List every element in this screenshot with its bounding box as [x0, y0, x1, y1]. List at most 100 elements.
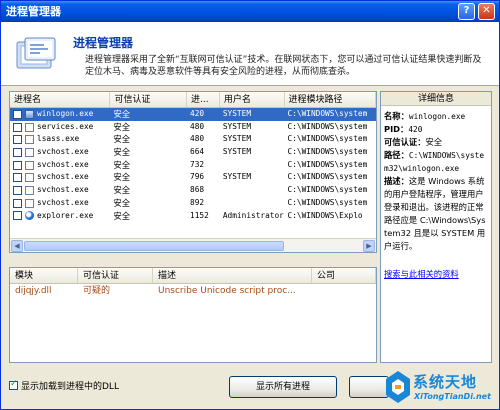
doc-icon [25, 198, 34, 208]
window-title: 进程管理器 [6, 5, 61, 18]
process-pid-cell: 420 [190, 109, 205, 118]
header-description: 进程管理器采用了全新“互联网可信认证”技术。在联网状态下，您可以通过可信认证结果… [85, 55, 482, 77]
process-row[interactable]: lsass.exe 安全 480 SYSTEM C:\WINDOWS\system [10, 133, 376, 146]
process-name: explorer.exe [37, 210, 94, 220]
process-row[interactable]: svchost.exe 安全 664 SYSTEM C:\WINDOWS\system [10, 146, 376, 159]
process-pid-cell: 868 [190, 185, 205, 195]
row-checkbox[interactable] [13, 109, 22, 119]
doc-icon [25, 173, 34, 183]
module-cert: 可疑的 [83, 286, 111, 296]
row-checkbox[interactable] [13, 198, 22, 208]
row-checkbox[interactable] [13, 185, 22, 195]
process-row[interactable]: svchost.exe 安全 732 C:\WINDOWS\system [10, 159, 376, 172]
scroll-left-icon[interactable]: ◀ [11, 240, 23, 252]
horizontal-scrollbar[interactable]: ◀ ▶ [10, 238, 376, 252]
process-table[interactable]: 进程名 可信认证 进... 用户名 进程模块路径 winlogon.exe 安全 4… [9, 91, 377, 253]
detail-cert-value: 安全 [425, 137, 443, 147]
process-rows: winlogon.exe 安全 420 SYSTEM C:\WINDOWS\system… [10, 108, 376, 222]
process-cert-cell: 安全 [113, 197, 131, 208]
doc-icon [25, 185, 34, 195]
process-manager-icon [16, 37, 56, 69]
scrollbar-thumb[interactable] [24, 241, 284, 251]
process-row[interactable]: explorer.exe 安全 1152 Administrator C:\WINDOW… [10, 210, 376, 223]
column-company[interactable]: 公司 [312, 268, 376, 283]
column-process-name[interactable]: 进程名 [10, 92, 111, 107]
process-path-cell: C:\WINDOWS\system [287, 121, 368, 131]
detail-path-label: 路径： [384, 150, 409, 160]
process-path-cell: C:\WINDOWS\system [287, 147, 368, 157]
process-path-cell: C:\WINDOWS\system [287, 134, 368, 144]
show-dll-checkbox[interactable]: 显示加载到进程中的DLL [9, 379, 119, 392]
row-checkbox[interactable] [13, 211, 22, 221]
process-user-cell: Administrator [222, 210, 284, 220]
detail-cert-label: 可信认证： [384, 137, 426, 147]
process-name-cell: svchost.exe [10, 171, 110, 184]
process-row[interactable]: svchost.exe 安全 796 SYSTEM C:\WINDOWS\system [10, 171, 376, 184]
process-row[interactable]: svchost.exe 安全 892 C:\WINDOWS\system [10, 197, 376, 210]
detail-heading: 详细信息 [381, 92, 491, 106]
process-user-cell [220, 159, 285, 172]
process-name-cell: svchost.exe [10, 197, 110, 210]
module-name: dijqjy.dll [15, 286, 52, 296]
column-cert[interactable]: 可信认证 [110, 92, 188, 107]
module-table[interactable]: 模块 可信认证 描述 公司 dijqjy.dll 可疑的 Unscribe Un… [9, 267, 377, 363]
process-cert-cell: 安全 [113, 109, 131, 119]
column-user[interactable]: 用户名 [220, 92, 285, 107]
search-related-link[interactable]: 搜索与此相关的资料 [384, 268, 459, 280]
process-row[interactable]: services.exe 安全 480 SYSTEM C:\WINDOWS\system [10, 121, 376, 134]
row-checkbox[interactable] [13, 147, 22, 157]
scroll-right-icon[interactable]: ▶ [363, 240, 375, 252]
process-user-cell [220, 184, 285, 197]
watermark-logo-icon [386, 371, 410, 403]
process-cert-cell: 安全 [113, 121, 131, 132]
detail-name-label: 名称： [384, 111, 409, 121]
help-button[interactable]: ? [458, 3, 475, 20]
row-checkbox[interactable] [13, 173, 22, 183]
row-checkbox[interactable] [13, 122, 22, 132]
explorer-icon [25, 211, 34, 221]
module-row[interactable]: dijqjy.dll 可疑的 Unscribe Unicode script p… [10, 284, 376, 298]
column-pid[interactable]: 进... [187, 92, 220, 107]
column-module-cert[interactable]: 可信认证 [78, 268, 153, 283]
process-path-cell: C:\WINDOWS\Explo [287, 210, 363, 220]
process-name-cell: svchost.exe [10, 184, 110, 197]
row-checkbox[interactable] [13, 160, 22, 170]
process-path-cell: C:\WINDOWS\system [287, 197, 368, 207]
detail-pid-value: 420 [408, 125, 423, 134]
column-path[interactable]: 进程模块路径 [285, 92, 376, 107]
process-cert-cell: 安全 [113, 147, 131, 158]
process-name-cell: lsass.exe [10, 133, 110, 146]
process-name: services.exe [37, 121, 94, 131]
show-all-processes-button[interactable]: 显示所有进程 [229, 376, 337, 398]
row-checkbox[interactable] [13, 135, 22, 145]
process-cert-cell: 安全 [113, 185, 131, 196]
process-pid-cell: 796 [190, 172, 205, 182]
process-name-cell: winlogon.exe [10, 108, 110, 121]
process-cert-cell: 安全 [113, 159, 131, 170]
title-bar[interactable]: 进程管理器 ? ✕ [1, 1, 499, 22]
process-row[interactable]: winlogon.exe 安全 420 SYSTEM C:\WINDOWS\system [10, 108, 376, 121]
doc-icon [25, 160, 34, 170]
process-user-cell [220, 197, 285, 210]
process-user-cell: SYSTEM [222, 121, 252, 131]
watermark: 系统天地 XiTongTianDi.net [383, 367, 499, 409]
process-name: svchost.exe [37, 185, 89, 195]
column-module[interactable]: 模块 [10, 268, 78, 283]
detail-desc-value: 这是 Windows 系统的用户登陆程序，管理用户登录和退出。该进程的正常路径应… [384, 176, 486, 251]
process-name-cell: services.exe [10, 121, 110, 134]
detail-desc-label: 描述： [384, 176, 409, 186]
process-pid-cell: 732 [190, 159, 205, 169]
process-row[interactable]: svchost.exe 安全 868 C:\WINDOWS\system [10, 184, 376, 197]
module-description: Unscribe Unicode script proc... [158, 286, 296, 296]
column-description[interactable]: 描述 [153, 268, 312, 283]
process-user-cell: SYSTEM [222, 134, 252, 144]
module-table-header: 模块 可信认证 描述 公司 [10, 268, 376, 284]
process-pid-cell: 892 [190, 197, 205, 207]
checkbox-checked-icon[interactable] [9, 379, 18, 390]
process-name: svchost.exe [37, 197, 89, 207]
process-cert-cell: 安全 [113, 210, 131, 221]
process-user-cell: SYSTEM [222, 109, 252, 118]
process-pid-cell: 480 [190, 121, 205, 131]
process-manager-window: 进程管理器 ? ✕ 进程管理器 进程管理器采用了全新“互联网可信认证”技术。在联… [0, 0, 500, 410]
close-button[interactable]: ✕ [478, 3, 495, 20]
